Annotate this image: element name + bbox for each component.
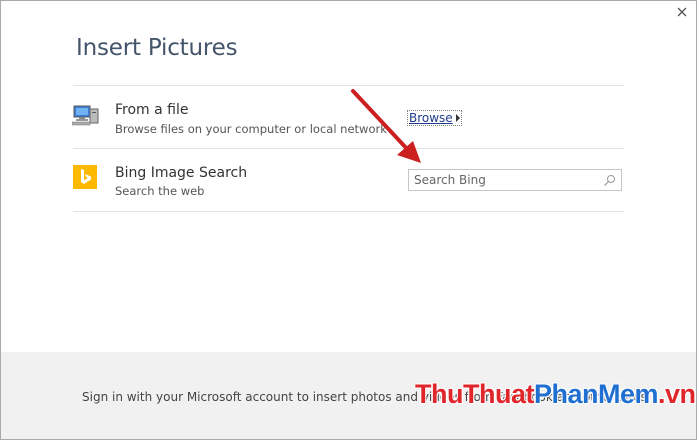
watermark: ThuThuatPhanMem.vn — [415, 379, 696, 410]
insert-pictures-dialog: Insert Pictures From a file Browse files… — [0, 0, 697, 440]
bing-search-box[interactable] — [408, 169, 622, 191]
close-icon[interactable] — [674, 4, 690, 20]
watermark-part: ThuThuat — [415, 379, 534, 409]
search-input[interactable] — [409, 170, 594, 190]
watermark-part: .vn — [658, 379, 696, 409]
computer-icon — [71, 103, 100, 127]
from-file-title: From a file — [115, 102, 189, 118]
watermark-part: PhanMem — [533, 379, 659, 409]
search-icon[interactable] — [603, 174, 616, 187]
browse-label: Browse — [409, 111, 453, 125]
chevron-right-icon — [455, 114, 460, 122]
browse-button[interactable]: Browse — [407, 110, 462, 126]
from-file-subtitle: Browse files on your computer or local n… — [115, 122, 387, 136]
divider — [73, 211, 624, 212]
bing-subtitle: Search the web — [115, 184, 205, 198]
dialog-title: Insert Pictures — [76, 35, 238, 61]
divider — [73, 85, 624, 86]
bing-title: Bing Image Search — [115, 165, 248, 181]
divider — [73, 148, 624, 149]
bing-logo-icon — [73, 165, 97, 189]
